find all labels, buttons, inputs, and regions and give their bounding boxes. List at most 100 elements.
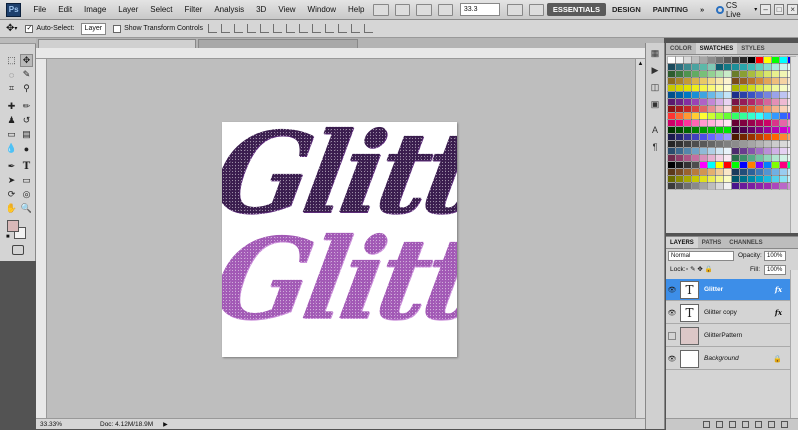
color-swatch[interactable] (699, 182, 708, 190)
color-swatch[interactable] (763, 140, 772, 148)
tool-preset-chevron-icon[interactable]: ▾ (14, 25, 17, 32)
color-swatch[interactable] (715, 154, 724, 162)
color-swatch[interactable] (739, 133, 748, 141)
color-swatch[interactable] (747, 175, 756, 183)
color-swatch[interactable] (715, 70, 724, 78)
color-swatch[interactable] (691, 182, 700, 190)
paragraph-panel-icon[interactable]: ¶ (648, 142, 662, 154)
crop-tool-icon[interactable]: ⌗ (5, 82, 18, 95)
color-swatch[interactable] (779, 70, 788, 78)
path-selection-tool-icon[interactable]: ➤ (5, 174, 18, 187)
color-swatch[interactable] (707, 98, 716, 106)
dodge-tool-icon[interactable]: ● (20, 142, 33, 155)
color-swatch[interactable] (779, 154, 788, 162)
color-swatch[interactable] (763, 175, 772, 183)
color-swatch[interactable] (723, 63, 732, 71)
tab-swatches[interactable]: SWATCHES (695, 43, 738, 54)
color-swatch[interactable] (731, 133, 740, 141)
color-swatch[interactable] (731, 147, 740, 155)
color-swatch[interactable] (675, 147, 684, 155)
color-swatch[interactable] (755, 77, 764, 85)
history-brush-tool-icon[interactable]: ↺ (20, 114, 33, 127)
color-swatch[interactable] (723, 70, 732, 78)
horizontal-ruler[interactable] (36, 48, 664, 59)
color-swatch[interactable] (675, 154, 684, 162)
color-swatch[interactable] (715, 147, 724, 155)
color-swatch[interactable] (675, 175, 684, 183)
hand-tool-icon[interactable]: ✋ (5, 202, 18, 215)
color-swatch[interactable] (699, 56, 708, 64)
menu-analysis[interactable]: Analysis (208, 5, 250, 14)
distribute-left-icon[interactable] (325, 24, 335, 33)
color-swatch[interactable] (723, 182, 732, 190)
color-swatch[interactable] (731, 63, 740, 71)
color-swatch[interactable] (771, 98, 780, 106)
color-swatch[interactable] (731, 168, 740, 176)
color-swatch[interactable] (755, 56, 764, 64)
align-left-icon[interactable] (247, 24, 257, 33)
color-swatch[interactable] (731, 91, 740, 99)
color-swatch[interactable] (699, 98, 708, 106)
color-swatch[interactable] (675, 91, 684, 99)
mini-bridge-icon[interactable] (394, 3, 411, 16)
pen-tool-icon[interactable]: ✒ (5, 160, 18, 173)
gradient-tool-icon[interactable]: ▤ (20, 128, 33, 141)
color-swatch[interactable] (723, 98, 732, 106)
menu-select[interactable]: Select (144, 5, 178, 14)
color-swatch[interactable] (779, 77, 788, 85)
color-swatch[interactable] (755, 84, 764, 92)
color-swatch[interactable] (779, 91, 788, 99)
auto-select-dropdown[interactable]: Layer (80, 22, 107, 35)
color-swatch[interactable] (763, 126, 772, 134)
color-swatch[interactable] (747, 98, 756, 106)
blend-mode-dropdown[interactable]: Normal (668, 251, 734, 261)
distribute-right-icon[interactable] (351, 24, 361, 33)
color-swatch[interactable] (747, 77, 756, 85)
color-swatch[interactable] (683, 98, 692, 106)
color-swatch[interactable] (747, 91, 756, 99)
show-transform-checkbox[interactable] (113, 24, 122, 33)
color-swatch[interactable] (755, 133, 764, 141)
color-swatch[interactable] (779, 56, 788, 64)
color-swatch[interactable] (723, 168, 732, 176)
healing-brush-tool-icon[interactable]: ✚ (5, 100, 18, 113)
align-right-icon[interactable] (273, 24, 283, 33)
color-swatch[interactable] (683, 56, 692, 64)
color-swatch[interactable] (675, 112, 684, 120)
move-tool-icon[interactable]: ✥ (6, 23, 14, 34)
color-swatch[interactable] (715, 175, 724, 183)
color-swatch[interactable] (715, 182, 724, 190)
restore-button[interactable]: □ (773, 4, 785, 15)
workspace-essentials[interactable]: ESSENTIALS (546, 3, 606, 16)
color-swatch[interactable] (707, 154, 716, 162)
color-swatch[interactable] (731, 84, 740, 92)
default-colors-icon[interactable]: ■ (6, 234, 10, 240)
color-swatch[interactable] (731, 77, 740, 85)
color-swatch[interactable] (739, 56, 748, 64)
color-swatch[interactable] (739, 112, 748, 120)
color-swatch[interactable] (771, 56, 780, 64)
tab-layers[interactable]: LAYERS (666, 237, 698, 248)
color-swatch[interactable] (675, 182, 684, 190)
color-swatch[interactable] (747, 161, 756, 169)
color-swatch[interactable] (779, 84, 788, 92)
color-swatch[interactable] (683, 63, 692, 71)
color-swatch[interactable] (739, 77, 748, 85)
color-swatch[interactable] (731, 175, 740, 183)
color-swatch[interactable] (691, 70, 700, 78)
auto-select-checkbox[interactable]: ✓ (25, 24, 34, 33)
fill-field[interactable]: 100% (764, 265, 786, 275)
color-swatch[interactable] (739, 126, 748, 134)
color-swatch[interactable] (723, 140, 732, 148)
color-swatch[interactable] (675, 161, 684, 169)
color-swatch[interactable] (667, 119, 676, 127)
color-swatch[interactable] (763, 105, 772, 113)
color-swatch[interactable] (731, 161, 740, 169)
color-swatch[interactable] (667, 98, 676, 106)
workspace-painting[interactable]: PAINTING (647, 3, 694, 16)
color-swatch[interactable] (755, 154, 764, 162)
color-swatch[interactable] (723, 91, 732, 99)
color-swatch[interactable] (779, 182, 788, 190)
color-swatch[interactable] (699, 91, 708, 99)
color-swatch[interactable] (763, 112, 772, 120)
